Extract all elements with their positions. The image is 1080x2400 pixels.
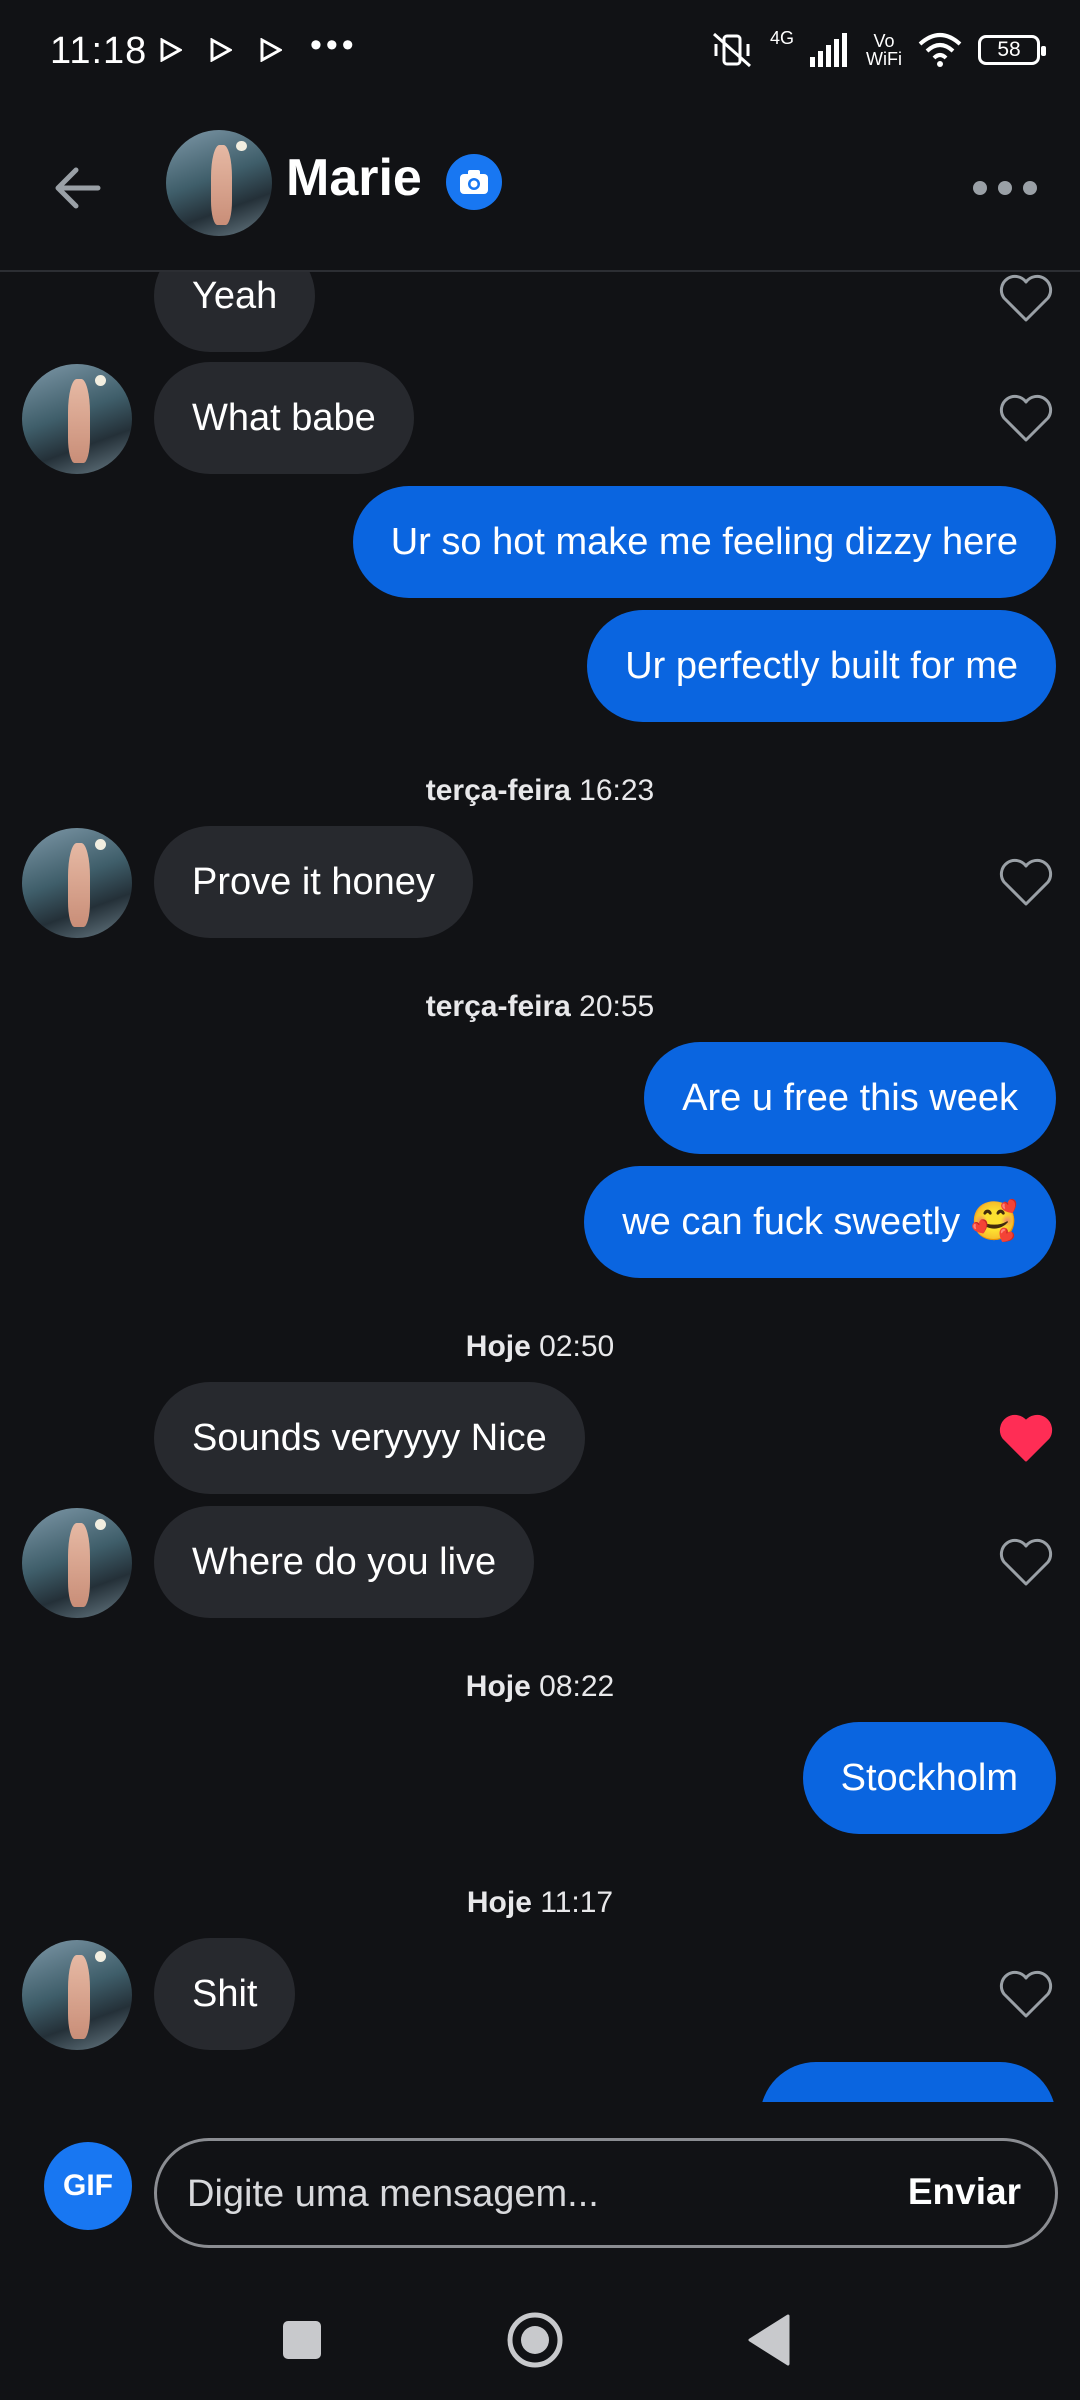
battery-icon: 58 [978, 35, 1046, 65]
message-composer: GIF Digite uma mensagem... Enviar [0, 2110, 1080, 2280]
system-nav-bar [0, 2280, 1080, 2400]
home-circle-icon[interactable] [505, 2310, 565, 2370]
message-outgoing-partial[interactable] [760, 2062, 1056, 2102]
timestamp-divider: terça-feira 20:55 [425, 990, 655, 1023]
message-incoming[interactable]: Where do you live [154, 1506, 535, 1618]
gif-button[interactable]: GIF [44, 2142, 132, 2230]
contact-avatar-small[interactable] [22, 1508, 132, 1618]
camera-icon [460, 170, 488, 194]
more-icon[interactable] [970, 170, 1040, 206]
status-icons: 4G Vo WiFi 58 [710, 27, 1046, 70]
network-type: 4G [770, 27, 795, 48]
contact-avatar-small[interactable] [22, 364, 132, 474]
media-play-icon [260, 38, 282, 62]
status-bar: 11:18 ••• 4G Vo WiFi 58 [0, 0, 1080, 110]
stop-square-icon[interactable] [272, 2310, 332, 2370]
message-outgoing[interactable]: we can fuck sweetly 🥰 [584, 1166, 1056, 1278]
media-play-icon [160, 38, 182, 62]
message-incoming[interactable]: What babe [154, 362, 414, 474]
contact-avatar-small[interactable] [22, 828, 132, 938]
contact-name[interactable]: Marie [286, 148, 422, 208]
contact-avatar[interactable] [166, 130, 272, 236]
message-incoming[interactable]: Yeah [154, 272, 316, 352]
heart-outline-icon[interactable] [998, 856, 1054, 908]
more-notifications-icon: ••• [310, 26, 358, 64]
heart-filled-icon[interactable] [998, 1412, 1054, 1464]
contact-avatar-small[interactable] [22, 1940, 132, 2050]
volte-label: Vo WiFi [866, 31, 902, 69]
heart-outline-icon[interactable] [998, 272, 1054, 324]
heart-outline-icon[interactable] [998, 1536, 1054, 1588]
timestamp-divider: Hoje 11:17 [466, 1886, 614, 1919]
status-time: 11:18 [50, 30, 148, 72]
back-arrow-icon[interactable] [48, 158, 108, 218]
camera-button[interactable] [446, 154, 502, 210]
timestamp-divider: Hoje 08:22 [465, 1670, 615, 1703]
message-incoming[interactable]: Prove it honey [154, 826, 473, 938]
back-triangle-icon[interactable] [740, 2310, 800, 2370]
message-outgoing[interactable]: Ur perfectly built for me [587, 610, 1056, 722]
heart-outline-icon[interactable] [998, 1968, 1054, 2020]
heart-outline-icon[interactable] [998, 392, 1054, 444]
signal-icon [810, 33, 848, 67]
vibrate-off-icon [713, 32, 751, 68]
send-button[interactable]: Enviar [908, 2171, 1021, 2213]
message-outgoing[interactable]: Ur so hot make me feeling dizzy here [352, 486, 1056, 598]
timestamp-divider: Hoje 02:50 [465, 1330, 615, 1363]
message-outgoing[interactable]: Stockholm [802, 1722, 1056, 1834]
media-play-icon [210, 38, 232, 62]
message-incoming[interactable]: Shit [154, 1938, 296, 2050]
wifi-icon [918, 33, 962, 67]
timestamp-divider: terça-feira 16:23 [425, 774, 655, 807]
message-input-placeholder: Digite uma mensagem... [187, 2173, 599, 2215]
message-thread[interactable]: Yeah What babe Ur so hot make me feeling… [0, 272, 1080, 2102]
message-input[interactable]: Digite uma mensagem... Enviar [154, 2138, 1058, 2248]
message-incoming[interactable]: Sounds veryyyy Nice [154, 1382, 585, 1494]
chat-header: Marie [0, 110, 1080, 272]
message-outgoing[interactable]: Are u free this week [644, 1042, 1056, 1154]
